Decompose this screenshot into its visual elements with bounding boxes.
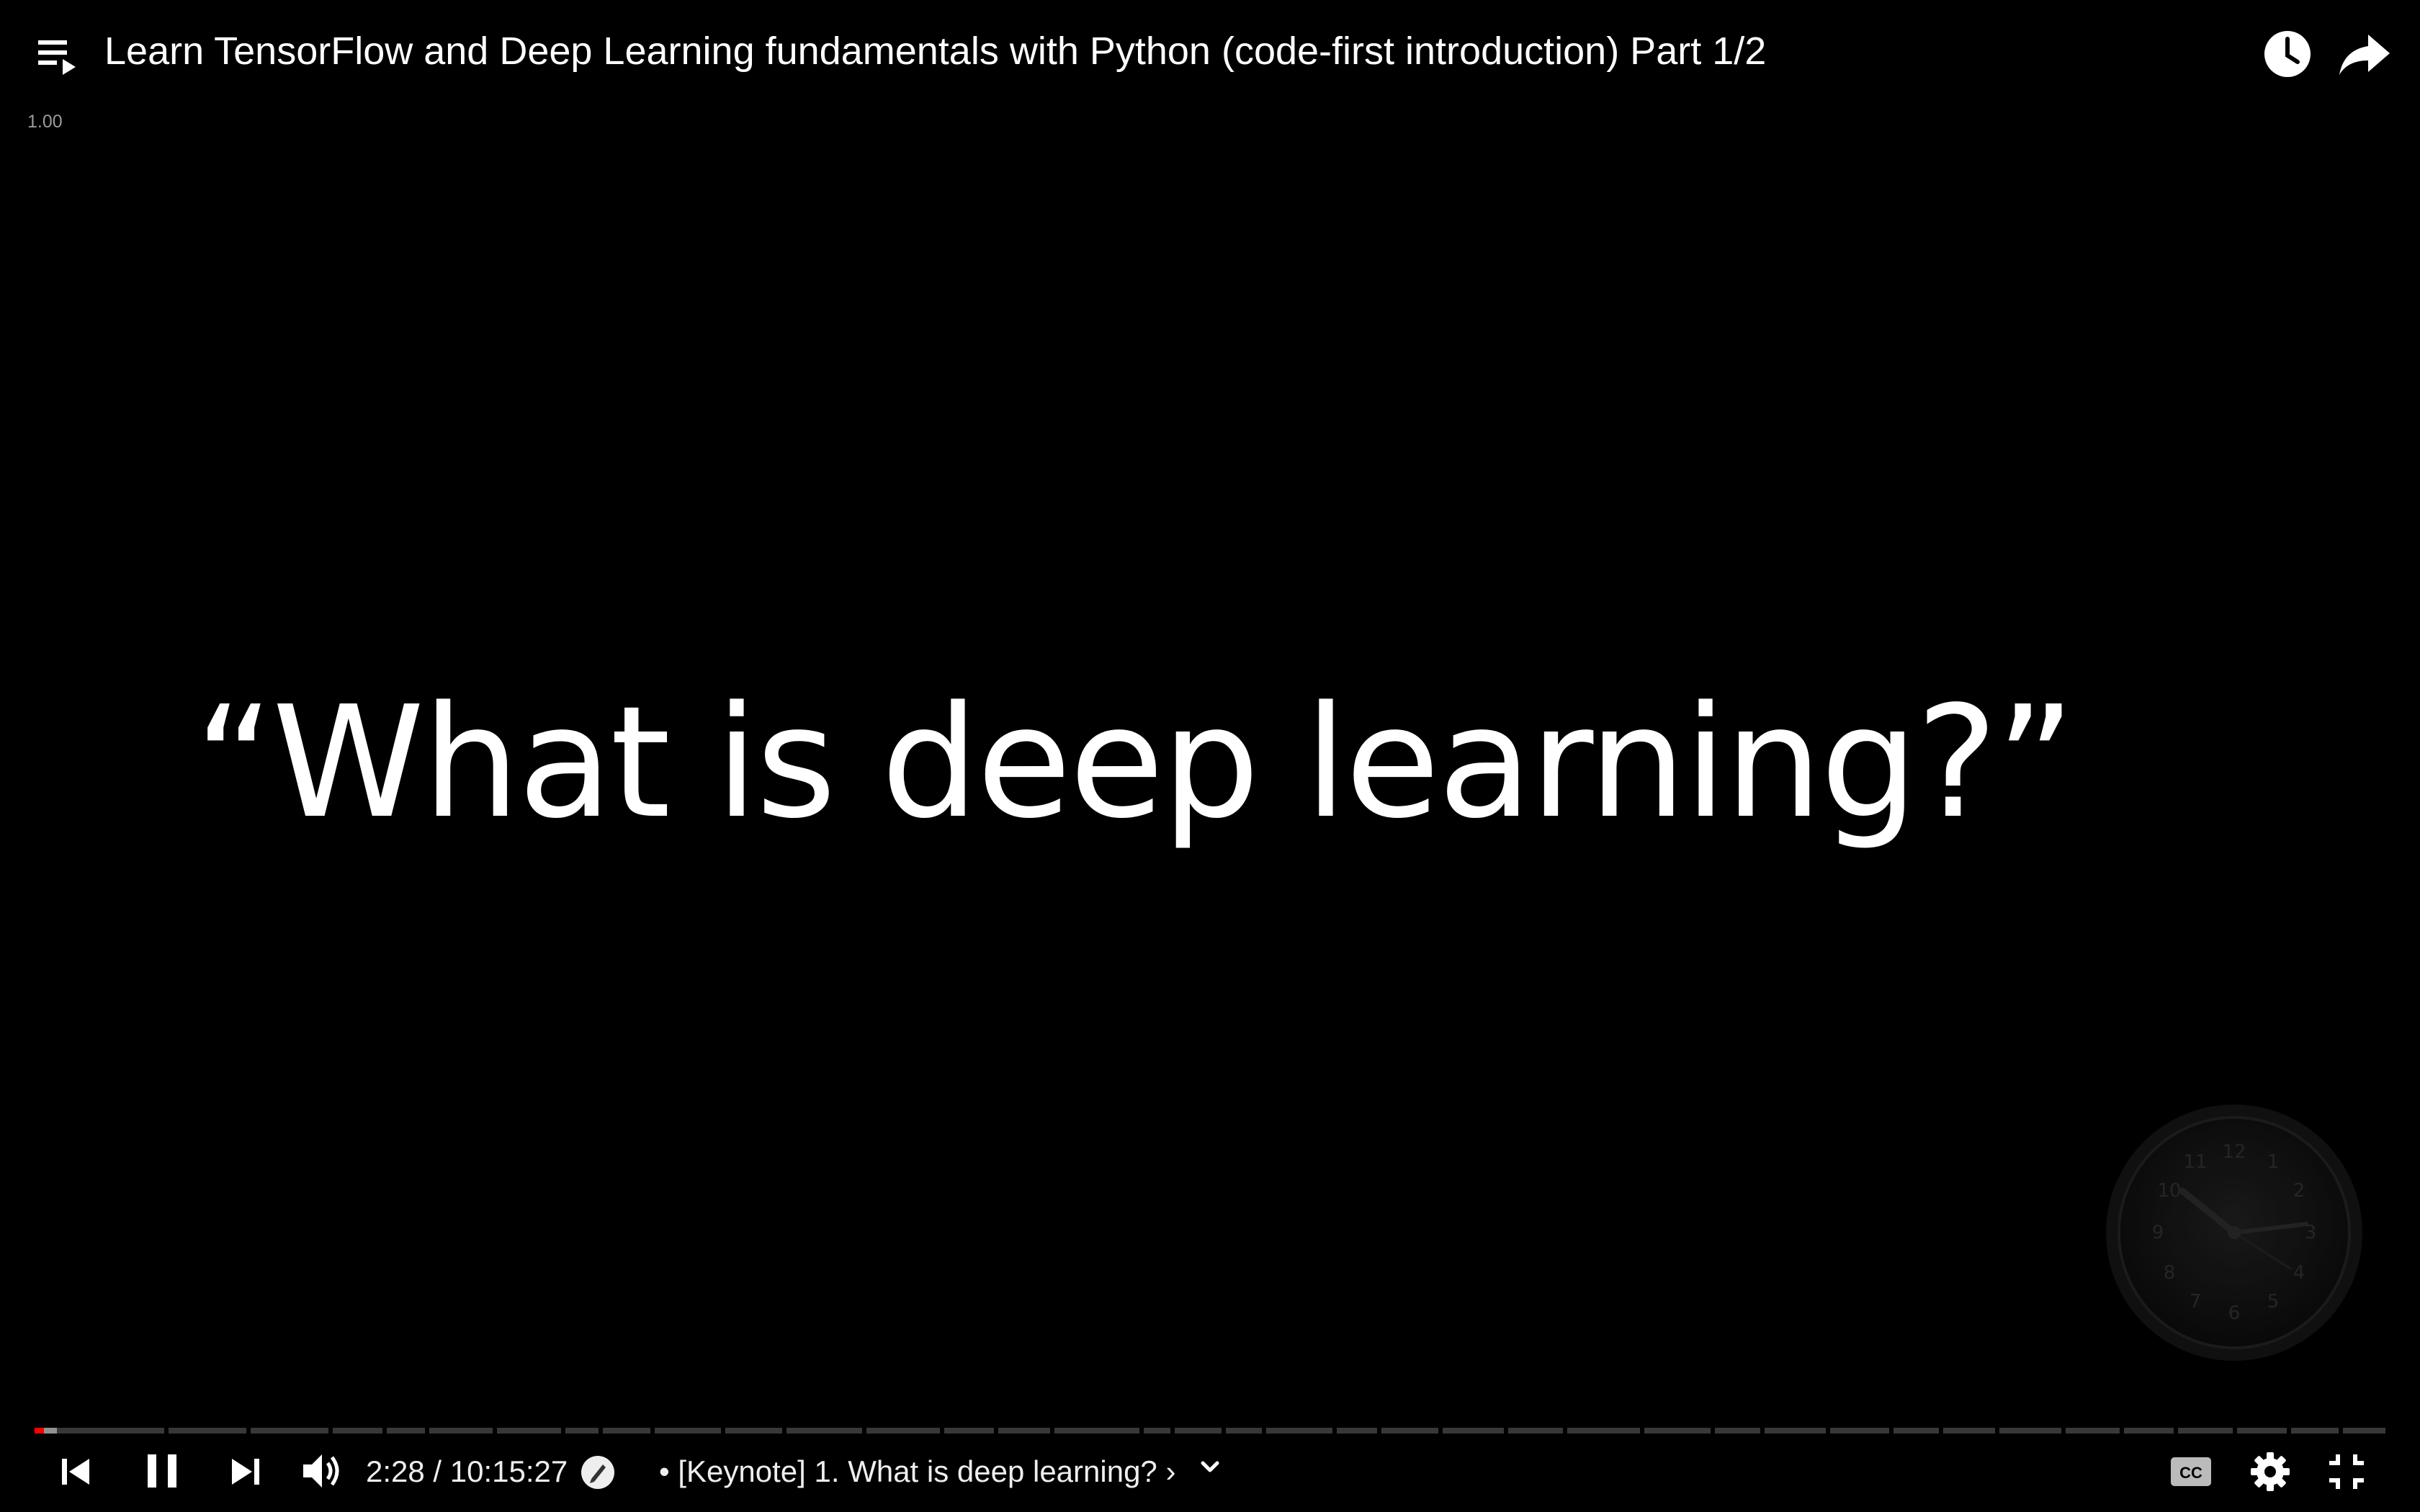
chapter-separator	[2338, 1428, 2343, 1434]
chapter-separator	[1170, 1428, 1175, 1434]
chapter-separator	[721, 1428, 726, 1434]
pause-icon[interactable]	[140, 1447, 184, 1495]
video-title[interactable]: Learn TensorFlow and Deep Learning funda…	[104, 26, 1766, 76]
chapter-separator	[2286, 1428, 2291, 1434]
chapter-separator	[424, 1428, 429, 1434]
slide-heading: “What is deep learning?”	[194, 673, 2076, 852]
chapter-separator	[861, 1428, 866, 1434]
svg-text:5: 5	[2267, 1291, 2280, 1313]
playlist-icon[interactable]	[32, 30, 84, 82]
svg-text:10: 10	[2157, 1180, 2181, 1202]
progress-played	[35, 1428, 45, 1434]
chapter-separator	[1438, 1428, 1443, 1434]
skip-previous-icon[interactable]	[56, 1449, 97, 1495]
chapter-separator	[1760, 1428, 1765, 1434]
svg-text:2: 2	[2293, 1180, 2305, 1202]
chapter-separator	[1261, 1428, 1266, 1434]
clock-icon[interactable]	[2258, 24, 2317, 84]
chapter-separator	[1711, 1428, 1716, 1434]
chapter-separator	[1222, 1428, 1227, 1434]
chapter-separator	[2232, 1428, 2237, 1434]
video-player[interactable]: Learn TensorFlow and Deep Learning funda…	[0, 0, 2420, 1512]
chapter-separator	[2120, 1428, 2125, 1434]
chapter-separator	[493, 1428, 498, 1434]
chapter-separator	[1640, 1428, 1645, 1434]
progress-bar[interactable]	[35, 1428, 2385, 1434]
volume-icon[interactable]	[299, 1447, 351, 1495]
playback-speed-readout: 1.00	[27, 112, 63, 132]
gear-icon[interactable]	[2247, 1449, 2293, 1495]
svg-text:8: 8	[2164, 1262, 2176, 1284]
share-icon[interactable]	[2334, 24, 2396, 84]
chapter-separator	[599, 1428, 604, 1434]
chapter-separator	[650, 1428, 655, 1434]
skip-next-icon[interactable]	[225, 1449, 265, 1495]
chapter-separator	[1376, 1428, 1381, 1434]
wall-clock-image: 12 1 2 3 4 5 6 7 8 9 10 11	[2103, 1102, 2366, 1364]
svg-text:11: 11	[2183, 1151, 2207, 1173]
chapter-separator	[246, 1428, 251, 1434]
chapter-separator	[1332, 1428, 1337, 1434]
svg-text:6: 6	[2228, 1302, 2241, 1324]
chapter-separator	[1050, 1428, 1055, 1434]
chapter-separator	[2174, 1428, 2179, 1434]
time-display: 2:28 / 10:15:27	[366, 1454, 568, 1488]
svg-text:7: 7	[2190, 1291, 2202, 1313]
chapter-separator	[993, 1428, 998, 1434]
chapter-separator	[382, 1428, 387, 1434]
chapter-separator	[1562, 1428, 1567, 1434]
chapter-separator	[781, 1428, 786, 1434]
chapter-separator	[1995, 1428, 2000, 1434]
svg-text:1: 1	[2267, 1151, 2280, 1173]
chapter-separator	[2061, 1428, 2066, 1434]
svg-text:4: 4	[2293, 1262, 2305, 1284]
closed-captions-icon[interactable]: CC	[2168, 1454, 2214, 1489]
chapter-separator	[1139, 1428, 1144, 1434]
chevron-down-icon[interactable]	[1196, 1453, 1224, 1482]
chapter-separator	[561, 1428, 566, 1434]
chapter-separator	[939, 1428, 944, 1434]
chapter-separator	[1938, 1428, 1943, 1434]
exit-fullscreen-icon[interactable]	[2323, 1449, 2370, 1495]
chapter-separator	[328, 1428, 333, 1434]
chapter-title[interactable]: • [Keynote] 1. What is deep learning? ›	[659, 1452, 1175, 1492]
pen-cursor-icon	[580, 1454, 616, 1490]
chapter-separator	[1826, 1428, 1831, 1434]
svg-text:9: 9	[2152, 1222, 2164, 1243]
top-bar: Learn TensorFlow and Deep Learning funda…	[0, 0, 2420, 108]
chapter-separator	[1504, 1428, 1508, 1434]
svg-text:12: 12	[2222, 1141, 2246, 1163]
chapter-separator	[1889, 1428, 1894, 1434]
svg-text:CC: CC	[2179, 1464, 2202, 1482]
chapter-separator	[163, 1428, 169, 1434]
